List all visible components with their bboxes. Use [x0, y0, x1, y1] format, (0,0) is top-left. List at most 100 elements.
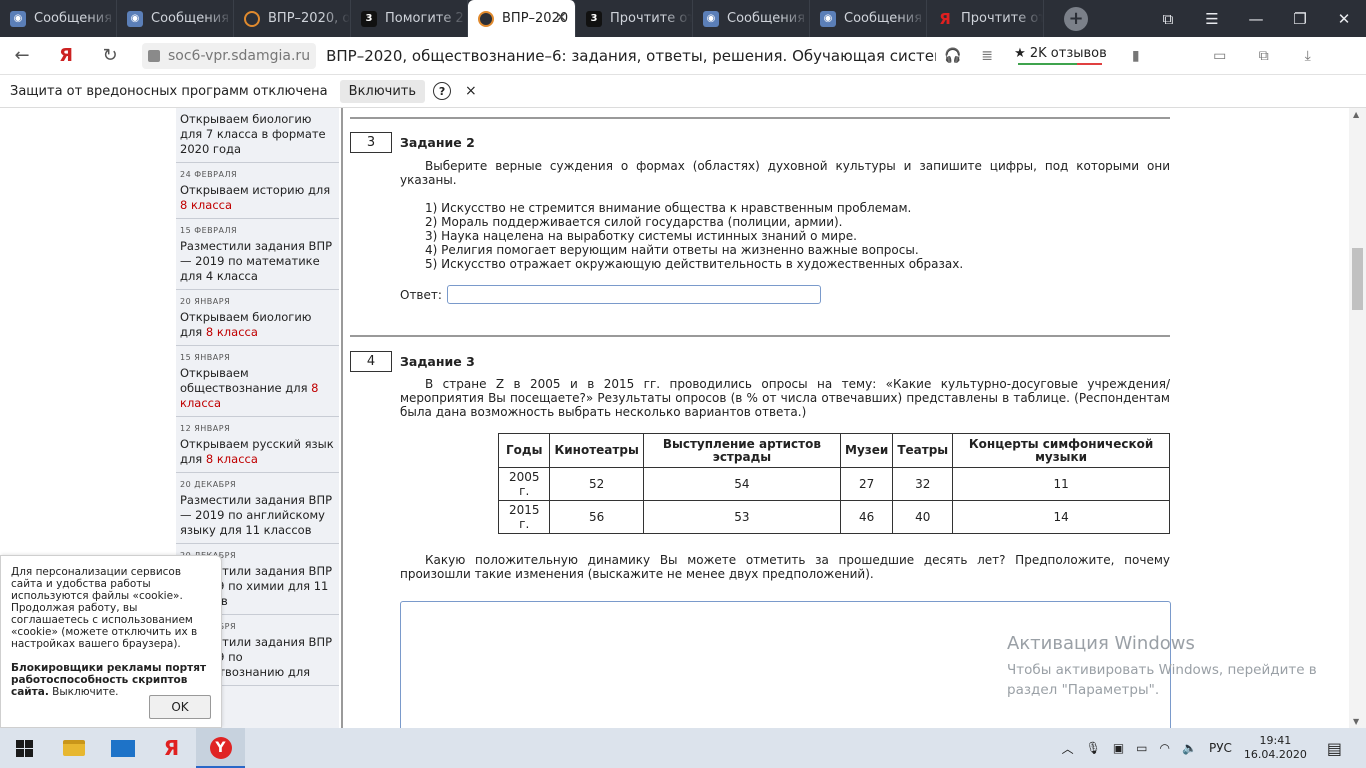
news-date: 15 января — [180, 353, 231, 362]
tray-expand-icon[interactable]: ︿ — [1062, 740, 1074, 757]
browser-tab[interactable]: 3 Прочтите от — [576, 0, 693, 37]
reviews-rating-bar — [1018, 63, 1103, 65]
language-indicator[interactable]: РУС — [1209, 741, 1232, 755]
task-options: 1) Искусство не стремится внимание общес… — [425, 201, 1170, 271]
news-text: Открываем историю для — [180, 183, 331, 197]
bookmark-icon[interactable]: ▮ — [1119, 48, 1153, 64]
folder-icon — [62, 740, 85, 756]
task-number: 4 — [350, 351, 392, 372]
news-item[interactable]: 24 февраля Открываем историю для 8 класса — [176, 170, 339, 219]
task-option: 3) Наука нацелена на выработку системы и… — [425, 229, 857, 243]
browser-tab[interactable]: ВПР–2020 ✕ — [468, 0, 576, 37]
start-button[interactable] — [0, 728, 49, 768]
mail-button[interactable] — [98, 728, 147, 768]
survey-table: Годы Кинотеатры Выступление артистов эстра… — [497, 433, 1170, 534]
browser-tab[interactable]: 3 Помогите 2 — [351, 0, 468, 37]
news-title[interactable]: Разместили задания ВПР — 2019 по английс… — [180, 493, 335, 538]
wifi-icon[interactable]: ◠ — [1160, 741, 1170, 755]
battery-tray-icon[interactable]: ▭ — [1136, 741, 1147, 755]
task-header: 4 Задание 3 — [350, 351, 1170, 372]
notifications-icon[interactable]: ▤ — [1327, 739, 1342, 758]
task-option: 4) Религия помогает верующим найти ответ… — [425, 243, 919, 257]
enable-protection-button[interactable]: Включить — [339, 79, 426, 103]
clock-date: 16.04.2020 — [1243, 748, 1307, 761]
table-cell: 32 — [892, 467, 954, 501]
help-icon[interactable]: ? — [433, 82, 452, 100]
reviews-text: ★ 2K отзывов — [1014, 46, 1107, 61]
extensions-icon[interactable]: ⧉ — [1247, 48, 1281, 64]
volume-icon[interactable]: 🔈 — [1182, 741, 1197, 755]
news-item[interactable]: 20 января Открываем биологию для 8 класса — [176, 297, 339, 346]
browser-tab[interactable]: Я Прочтите от — [927, 0, 1044, 37]
scroll-up-icon[interactable]: ▲ — [1353, 110, 1359, 119]
security-infobar: Защита от вредоносных программ отключена… — [0, 75, 1366, 108]
yandex-app-button[interactable]: Я — [147, 728, 196, 768]
table-cell: 56 — [549, 500, 644, 534]
news-item[interactable]: 15 января Открываем обществознание для 8 … — [176, 353, 339, 417]
task-option: 1) Искусство не стремится внимание общес… — [425, 201, 912, 215]
close-tab-icon[interactable]: ✕ — [555, 10, 567, 26]
cookie-ok-button[interactable]: OK — [149, 695, 211, 719]
news-title[interactable]: Открываем биологию для 8 класса — [180, 310, 335, 340]
browser-tab[interactable]: ◉ Сообщения — [810, 0, 927, 37]
reader-mode-icon[interactable]: ≣ — [970, 48, 1004, 64]
browser-tab[interactable]: ◉ Сообщения — [117, 0, 234, 37]
headphones-icon[interactable]: 🎧 — [936, 48, 970, 64]
news-date: 20 января — [180, 297, 231, 306]
news-title[interactable]: Открываем русский язык для 8 класса — [180, 437, 335, 467]
scroll-thumb[interactable] — [1352, 248, 1363, 310]
new-tab-button[interactable]: + — [1064, 6, 1088, 31]
page-title[interactable]: ВПР–2020, обществознание–6: задания, отв… — [326, 47, 936, 65]
tabs-overview-icon[interactable]: ⧉ — [1146, 10, 1190, 28]
battery-icon[interactable]: ▭ — [1203, 48, 1237, 64]
news-title[interactable]: Открываем историю для 8 класса — [180, 183, 335, 213]
file-explorer-button[interactable] — [49, 728, 98, 768]
windows-activation-watermark: Активация Windows Чтобы активировать Win… — [1007, 633, 1317, 700]
news-grade-link[interactable]: 8 класса — [180, 198, 232, 212]
infobar-text: Защита от вредоносных программ отключена — [10, 83, 328, 99]
scroll-down-icon[interactable]: ▼ — [1353, 717, 1359, 726]
news-grade-link[interactable]: 8 класса — [206, 325, 258, 339]
download-icon[interactable]: ⤓ — [1291, 48, 1325, 64]
clock[interactable]: 19:41 16.04.2020 — [1244, 734, 1307, 762]
reload-button[interactable]: ↻ — [88, 45, 132, 66]
close-infobar-icon[interactable]: × — [465, 83, 477, 99]
news-item[interactable]: 20 декабря Разместили задания ВПР — 2019 … — [176, 480, 339, 544]
news-title[interactable]: Разместили задания ВПР — 2019 по математ… — [180, 239, 335, 284]
url-host[interactable]: soc6-vpr.sdamgia.ru — [142, 42, 317, 69]
page-scrollbar[interactable]: ▲ ▼ — [1349, 108, 1366, 728]
news-grade-link[interactable]: 8 класса — [206, 452, 258, 466]
browser-tab-bar: ◉ Сообщения ◉ Сообщения ВПР–2020, о 3 Помогите… — [0, 0, 1366, 37]
news-title[interactable]: Открываем биологию для 7 класса в формат… — [180, 112, 335, 157]
table-cell: 40 — [892, 500, 954, 534]
back-button[interactable]: ← — [0, 45, 44, 66]
news-item[interactable]: 12 января Открываем русский язык для 8 кл… — [176, 424, 339, 473]
browser-tab[interactable]: ◉ Сообщения — [0, 0, 117, 37]
browser-tab[interactable]: ВПР–2020, о — [234, 0, 351, 37]
news-text: Разместили задания ВПР — 2019 по математ… — [180, 239, 333, 283]
sidebar-divider — [341, 108, 343, 728]
menu-icon[interactable]: ☰ — [1190, 10, 1234, 28]
activation-title: Активация Windows — [1007, 633, 1195, 654]
table-header-cell: Концерты симфонической музыки — [952, 433, 1170, 468]
news-item[interactable]: Открываем биологию для 7 класса в формат… — [176, 112, 339, 163]
page-content: Открываем биологию для 7 класса в формат… — [0, 108, 1366, 728]
browser-tab[interactable]: ◉ Сообщения — [693, 0, 810, 37]
microphone-icon[interactable]: 🎙 — [1086, 741, 1101, 755]
network-status-icon[interactable]: ▣ — [1113, 741, 1124, 755]
close-window-button[interactable]: ✕ — [1322, 10, 1366, 28]
news-item[interactable]: 15 февраля Разместили задания ВПР — 2019 … — [176, 226, 339, 290]
yandex-icon: Я — [163, 736, 180, 760]
table-header-cell: Выступление артистов эстрады — [642, 433, 842, 468]
news-date: 15 февраля — [180, 226, 238, 235]
reviews-badge[interactable]: ★ 2K отзывов — [1010, 46, 1111, 65]
vk-favicon-icon: ◉ — [820, 10, 836, 27]
news-title[interactable]: Открываем обществознание для 8 класса — [180, 366, 335, 411]
table-cell: 2015 г. — [497, 500, 551, 534]
minimize-button[interactable]: — — [1234, 10, 1278, 28]
yandex-logo-icon[interactable]: Я — [44, 45, 88, 66]
yandex-browser-button[interactable]: Y — [196, 728, 245, 768]
restore-button[interactable]: ❐ — [1278, 10, 1322, 28]
news-date: 24 февраля — [180, 170, 238, 179]
answer-input[interactable] — [446, 285, 821, 304]
